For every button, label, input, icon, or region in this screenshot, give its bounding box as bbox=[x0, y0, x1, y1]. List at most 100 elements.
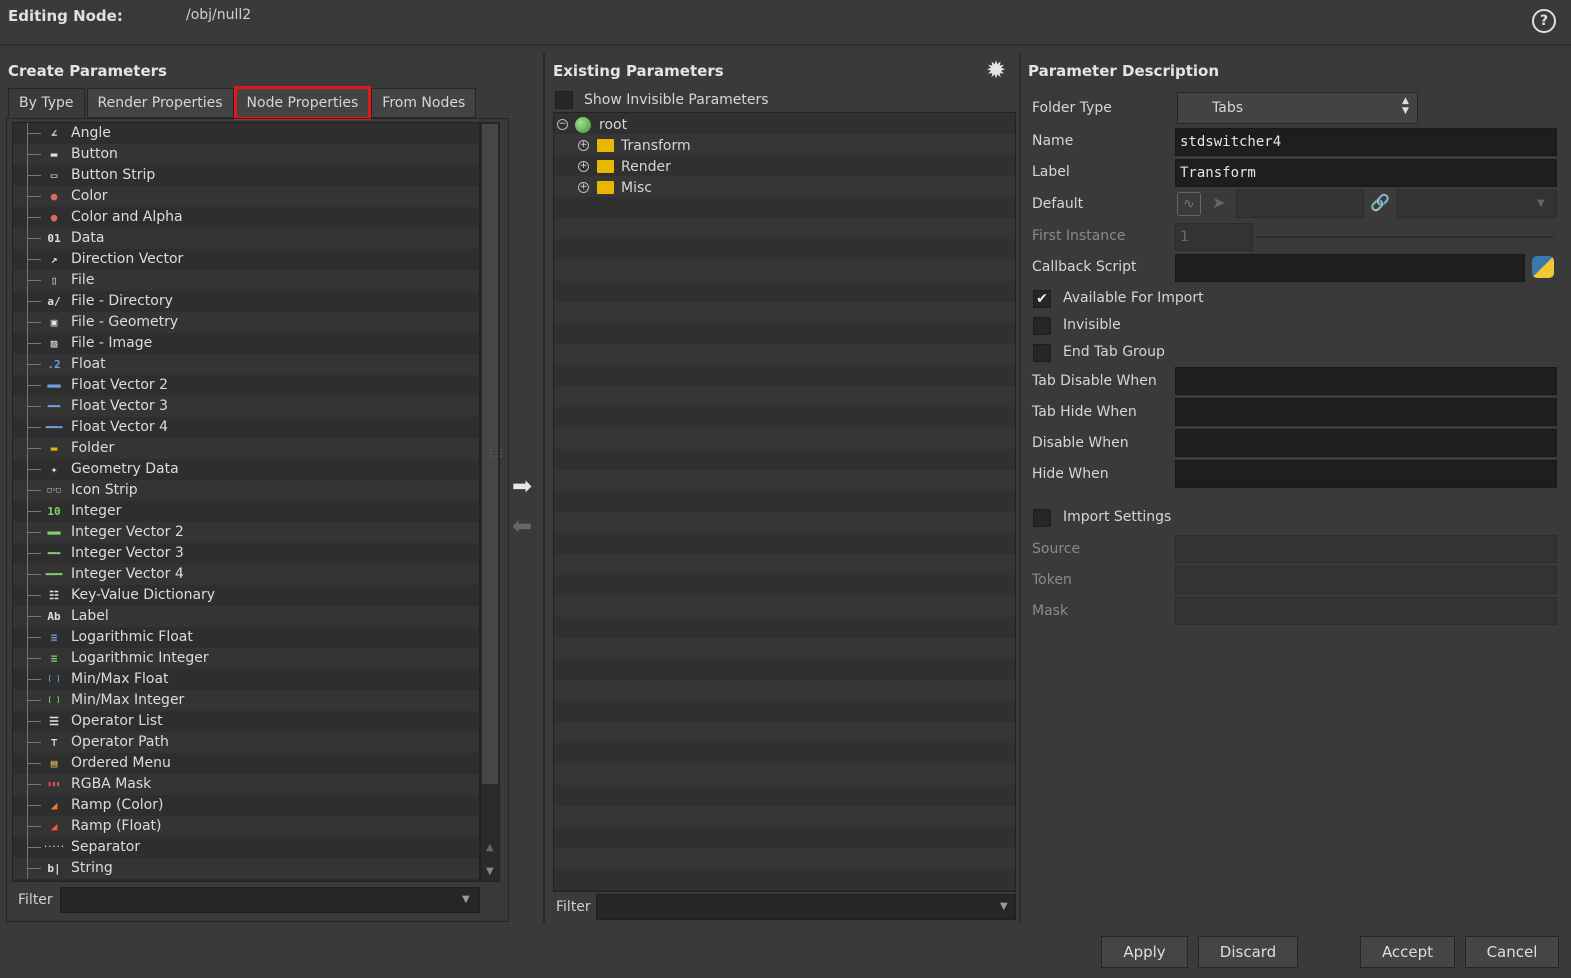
accept-button[interactable]: Accept bbox=[1360, 936, 1455, 968]
tree-row[interactable] bbox=[554, 743, 1015, 764]
tree-folder-node[interactable]: + Misc bbox=[578, 177, 691, 198]
name-field[interactable]: stdswitcher4 bbox=[1175, 128, 1557, 156]
end-tab-group-checkbox[interactable] bbox=[1033, 344, 1051, 362]
gear-icon[interactable]: ✹ bbox=[986, 56, 1006, 84]
pointer-icon[interactable]: ➤ bbox=[1212, 193, 1225, 212]
tree-row[interactable] bbox=[554, 323, 1015, 344]
list-item[interactable]: ∠ Angle bbox=[13, 123, 479, 144]
list-item[interactable]: ◢ Ramp (Float) bbox=[13, 816, 479, 837]
expand-icon[interactable]: + bbox=[578, 140, 589, 151]
list-item[interactable]: 10 Integer bbox=[13, 501, 479, 522]
tree-row[interactable] bbox=[554, 722, 1015, 743]
tree-row[interactable] bbox=[554, 281, 1015, 302]
disable-when-field[interactable] bbox=[1175, 429, 1557, 457]
create-filter-dropdown-icon[interactable]: ▼ bbox=[462, 894, 470, 905]
tree-root-node[interactable]: − root bbox=[557, 114, 627, 135]
expand-icon[interactable]: + bbox=[578, 161, 589, 172]
tree-row[interactable] bbox=[554, 533, 1015, 554]
tree-row[interactable] bbox=[554, 218, 1015, 239]
tab-from-nodes[interactable]: From Nodes bbox=[371, 88, 477, 118]
tree-row[interactable] bbox=[554, 848, 1015, 869]
tree-row[interactable] bbox=[554, 701, 1015, 722]
tree-row[interactable] bbox=[554, 869, 1015, 890]
scroll-down-icon[interactable]: ▼ bbox=[486, 866, 494, 877]
default-value-field[interactable] bbox=[1236, 190, 1364, 218]
list-item[interactable]: ▬ Button bbox=[13, 144, 479, 165]
list-item[interactable]: a/File - Directory bbox=[13, 291, 479, 312]
tree-row[interactable] bbox=[554, 302, 1015, 323]
tab-hide-when-field[interactable] bbox=[1175, 398, 1557, 426]
folder-type-select[interactable]: Tabs bbox=[1177, 92, 1418, 124]
expression-icon[interactable]: ∿ bbox=[1177, 192, 1201, 216]
available-for-import-checkbox[interactable]: ✔ bbox=[1033, 290, 1051, 308]
tree-row[interactable] bbox=[554, 764, 1015, 785]
python-icon[interactable] bbox=[1532, 256, 1554, 278]
tree-row[interactable] bbox=[554, 659, 1015, 680]
token-field[interactable] bbox=[1175, 566, 1557, 594]
list-item[interactable]: ▣ File - Geometry bbox=[13, 312, 479, 333]
tree-row[interactable] bbox=[554, 428, 1015, 449]
first-instance-slider[interactable] bbox=[1256, 236, 1554, 238]
tree-row[interactable] bbox=[554, 344, 1015, 365]
tree-folder-node[interactable]: + Transform bbox=[578, 135, 691, 156]
right-splitter[interactable] bbox=[1019, 53, 1021, 923]
tree-row[interactable] bbox=[554, 554, 1015, 575]
link-icon[interactable]: 🔗 bbox=[1370, 193, 1390, 212]
list-item[interactable]: ● Color and Alpha bbox=[13, 207, 479, 228]
list-item[interactable]: ≡ Logarithmic Integer bbox=[13, 648, 479, 669]
tree-row[interactable] bbox=[554, 575, 1015, 596]
tree-row[interactable] bbox=[554, 197, 1015, 218]
scroll-up-icon[interactable]: ▲ bbox=[486, 842, 494, 853]
list-item[interactable]: ▭ Button Strip bbox=[13, 165, 479, 186]
tree-row[interactable] bbox=[554, 785, 1015, 806]
list-item[interactable]: ▬▬▬▬ Float Vector 4 bbox=[13, 417, 479, 438]
tree-row[interactable] bbox=[554, 512, 1015, 533]
default-menu-dropdown-icon[interactable]: ▼ bbox=[1537, 198, 1545, 209]
tree-row[interactable] bbox=[554, 617, 1015, 638]
tree-row[interactable] bbox=[554, 470, 1015, 491]
list-item[interactable]: ⊤ Operator Path bbox=[13, 732, 479, 753]
list-item[interactable]: Ab Label bbox=[13, 606, 479, 627]
tab-render-properties[interactable]: Render Properties bbox=[86, 88, 234, 118]
mask-field[interactable] bbox=[1175, 597, 1557, 625]
tree-row[interactable] bbox=[554, 386, 1015, 407]
list-item[interactable]: [ ] Min/Max Float bbox=[13, 669, 479, 690]
tree-row[interactable] bbox=[554, 239, 1015, 260]
tab-disable-when-field[interactable] bbox=[1175, 367, 1557, 395]
list-item[interactable]: □◦□ Icon Strip bbox=[13, 480, 479, 501]
list-item[interactable]: ✦ Geometry Data bbox=[13, 459, 479, 480]
list-item[interactable]: ▮▮▮ RGBA Mask bbox=[13, 774, 479, 795]
left-splitter[interactable] bbox=[543, 53, 545, 923]
tree-row[interactable] bbox=[554, 449, 1015, 470]
cancel-button[interactable]: Cancel bbox=[1465, 936, 1559, 968]
tab-by-type[interactable]: By Type bbox=[8, 88, 85, 118]
collapse-icon[interactable]: − bbox=[557, 119, 568, 130]
apply-button[interactable]: Apply bbox=[1101, 936, 1188, 968]
tree-row[interactable] bbox=[554, 365, 1015, 386]
discard-button[interactable]: Discard bbox=[1198, 936, 1298, 968]
list-item[interactable]: ☰ Operator List bbox=[13, 711, 479, 732]
splitter-grip[interactable]: ⋮⋮ bbox=[486, 448, 506, 459]
list-item[interactable]: ● Color bbox=[13, 186, 479, 207]
list-item[interactable]: ▬ Folder bbox=[13, 438, 479, 459]
tree-row[interactable] bbox=[554, 680, 1015, 701]
list-item[interactable]: ≡ Logarithmic Float bbox=[13, 627, 479, 648]
existing-filter-dropdown-icon[interactable]: ▼ bbox=[1000, 901, 1008, 912]
parameter-type-list[interactable]: ∠ Angle ▬ Button ▭ Button Strip ● Color ● Color a… bbox=[12, 122, 480, 882]
tree-row[interactable] bbox=[554, 596, 1015, 617]
tree-row[interactable] bbox=[554, 260, 1015, 281]
label-field[interactable]: Transform bbox=[1175, 159, 1557, 187]
existing-parameters-tree[interactable] bbox=[553, 112, 1016, 892]
tree-row[interactable] bbox=[554, 827, 1015, 848]
list-item[interactable]: ▬▬▬ Float Vector 3 bbox=[13, 396, 479, 417]
list-item[interactable]: ▬▬ Float Vector 2 bbox=[13, 375, 479, 396]
list-item[interactable]: ↗ Direction Vector bbox=[13, 249, 479, 270]
expand-icon[interactable]: + bbox=[578, 182, 589, 193]
default-menu-field[interactable] bbox=[1397, 190, 1557, 218]
tree-row[interactable] bbox=[554, 806, 1015, 827]
tree-row[interactable] bbox=[554, 407, 1015, 428]
list-item[interactable]: ▤ Ordered Menu bbox=[13, 753, 479, 774]
tree-folder-node[interactable]: + Render bbox=[578, 156, 691, 177]
list-item[interactable]: ▬▬ Integer Vector 2 bbox=[13, 522, 479, 543]
list-item[interactable]: ☷ Key-Value Dictionary bbox=[13, 585, 479, 606]
